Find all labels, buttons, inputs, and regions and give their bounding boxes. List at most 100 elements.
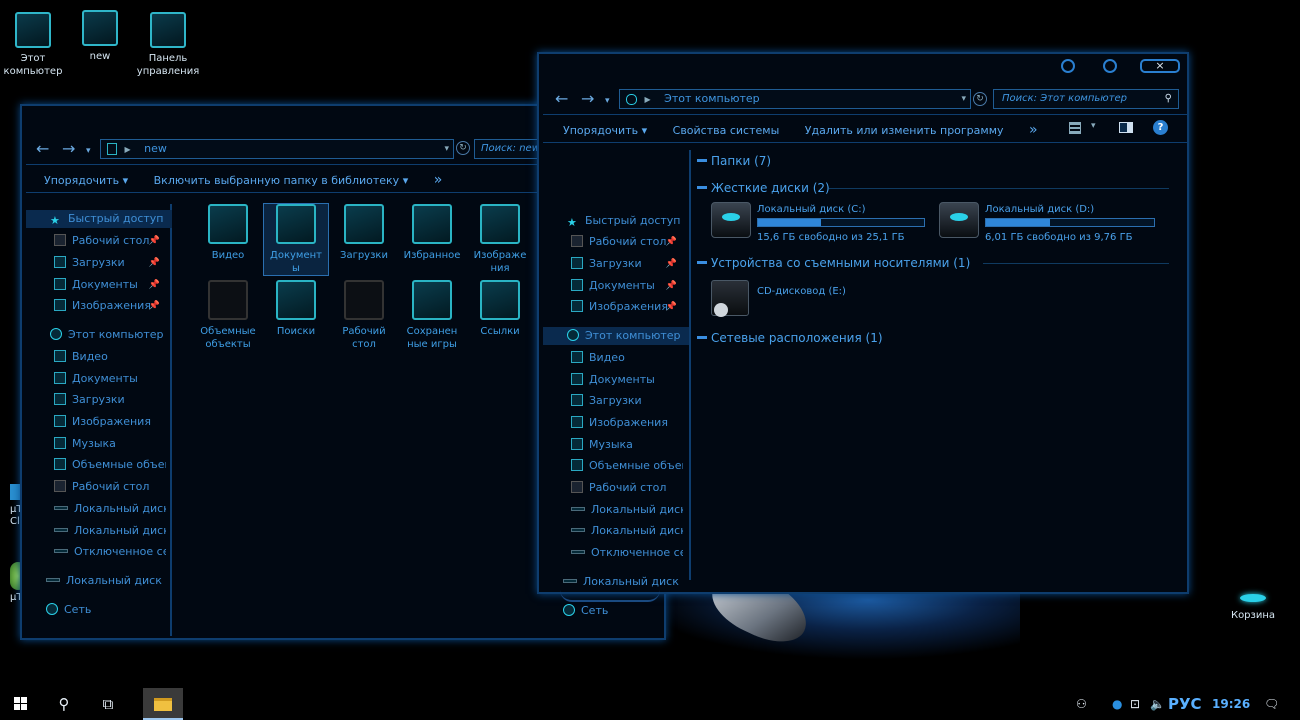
pin-icon[interactable]: 📌 xyxy=(149,232,160,250)
sidebar-item[interactable]: Отключенное сетевое xyxy=(571,544,683,562)
section-network-header[interactable]: Сетевые расположения (1) xyxy=(697,331,883,345)
chevron-down-icon[interactable]: ▾ xyxy=(1091,121,1096,131)
sidebar-item[interactable]: Видео xyxy=(54,348,166,366)
preview-pane-icon[interactable] xyxy=(1119,122,1133,133)
sidebar-item[interactable]: ★ Быстрый доступ xyxy=(26,210,172,228)
sidebar-item[interactable]: Локальный диск (D:) xyxy=(54,522,166,540)
uninstall-program-button[interactable]: Удалить или изменить программу xyxy=(805,124,1004,137)
drive-c[interactable]: Локальный диск (C:) 15,6 ГБ свободно из … xyxy=(711,202,927,244)
sidebar-item[interactable]: Рабочий стол 📌 xyxy=(571,233,683,251)
sidebar-item[interactable]: Документы 📌 xyxy=(571,277,683,295)
pin-icon[interactable]: 📌 xyxy=(149,276,160,294)
pin-icon[interactable]: 📌 xyxy=(666,255,677,273)
sidebar-item[interactable]: Музыка xyxy=(54,435,166,453)
desktop-icon-recycle-bin[interactable]: Корзина xyxy=(1221,594,1285,622)
people-icon[interactable]: ⚇ xyxy=(1076,688,1087,720)
sidebar-item[interactable]: Документы xyxy=(571,371,683,389)
sidebar-item[interactable]: Локальный диск (D:) xyxy=(563,573,683,591)
refresh-icon[interactable]: ↻ xyxy=(973,92,987,106)
sidebar-item[interactable]: Документы xyxy=(54,370,166,388)
sidebar-item[interactable]: Рабочий стол xyxy=(54,478,166,496)
folder-item[interactable]: Документ ы xyxy=(263,203,329,276)
search-input[interactable]: Поиск: Этот компьютер ⚲ xyxy=(993,89,1179,109)
folder-item[interactable]: Ссылки xyxy=(468,280,532,338)
tray-dot-icon[interactable]: ● xyxy=(1112,688,1122,720)
forward-arrow-icon[interactable]: → xyxy=(581,91,594,107)
sidebar-item[interactable]: Загрузки 📌 xyxy=(571,255,683,273)
sidebar-item[interactable]: Загрузки xyxy=(54,391,166,409)
explorer-window-this-pc[interactable]: × ← → ▾ ▶ Этот компьютер ▾ ↻ Поиск: Этот… xyxy=(537,52,1189,617)
sidebar-item[interactable]: Музыка xyxy=(571,436,683,454)
sidebar-item[interactable]: Изображения xyxy=(54,413,166,431)
close-button[interactable]: × xyxy=(1140,59,1180,73)
folder-item[interactable]: Загрузки xyxy=(332,204,396,262)
sidebar-item[interactable]: Рабочий стол xyxy=(571,479,683,497)
sidebar-item[interactable]: Отключенное сетевое xyxy=(54,543,166,561)
pin-icon[interactable]: 📌 xyxy=(666,233,677,251)
chevron-down-icon[interactable]: ▾ xyxy=(86,143,91,159)
sidebar-item[interactable]: Изображения xyxy=(571,414,683,432)
refresh-icon[interactable]: ↻ xyxy=(456,141,470,155)
sidebar-item[interactable]: Загрузки xyxy=(571,392,683,410)
view-options-icon[interactable] xyxy=(1069,122,1081,134)
minimize-icon[interactable] xyxy=(1061,59,1075,73)
sidebar-item[interactable]: Сеть xyxy=(46,601,166,619)
desktop-icon-control-panel[interactable]: Панель управления xyxy=(136,12,200,78)
chevron-down-icon[interactable]: ▾ xyxy=(444,140,449,158)
address-bar[interactable]: ▶ new ▾ xyxy=(100,139,454,159)
sidebar-item[interactable]: Сеть xyxy=(563,602,683,620)
clock[interactable]: 19:26 xyxy=(1212,688,1250,720)
sidebar-item[interactable]: Видео xyxy=(571,349,683,367)
more-commands-button[interactable]: » xyxy=(1029,122,1038,138)
sidebar-item[interactable]: Объемные объекты xyxy=(54,456,166,474)
folder-item[interactable]: Поиски xyxy=(264,280,328,338)
address-bar[interactable]: ▶ Этот компьютер ▾ xyxy=(619,89,971,109)
maximize-icon[interactable] xyxy=(1103,59,1117,73)
language-indicator[interactable]: РУС xyxy=(1168,688,1202,720)
drive-cd[interactable]: CD-дисковод (E:) xyxy=(711,280,911,320)
volume-icon[interactable]: 🔈 xyxy=(1150,688,1165,720)
sidebar-item[interactable]: Локальный диск (C:) xyxy=(54,500,166,518)
sidebar-item[interactable]: Загрузки 📌 xyxy=(54,254,166,272)
sidebar-item[interactable]: Документы 📌 xyxy=(54,276,166,294)
more-commands-button[interactable]: » xyxy=(434,172,443,188)
folder-item[interactable]: Рабочий стол xyxy=(332,280,396,351)
folder-item[interactable]: Видео xyxy=(196,204,260,262)
back-arrow-icon[interactable]: ← xyxy=(36,141,49,157)
folder-item[interactable]: Изображе ния xyxy=(468,204,532,275)
system-properties-button[interactable]: Свойства системы xyxy=(673,124,780,137)
chevron-down-icon[interactable]: ▾ xyxy=(605,93,610,109)
forward-arrow-icon[interactable]: → xyxy=(62,141,75,157)
search-icon[interactable]: ⚲ xyxy=(1165,90,1172,108)
back-arrow-icon[interactable]: ← xyxy=(555,91,568,107)
folder-item[interactable]: Сохранен ные игры xyxy=(400,280,464,351)
pin-icon[interactable]: 📌 xyxy=(666,298,677,316)
section-folders-header[interactable]: Папки (7) xyxy=(697,154,771,168)
desktop-icon-new-folder[interactable]: new xyxy=(68,10,132,63)
sidebar-item[interactable]: ★ Быстрый доступ xyxy=(567,212,683,230)
sidebar-item[interactable]: Локальный диск (D:) xyxy=(571,522,683,540)
section-removable-header[interactable]: Устройства со съемными носителями (1) xyxy=(697,256,970,270)
taskbar-explorer-button[interactable] xyxy=(143,688,183,720)
notifications-icon[interactable]: 🗨 xyxy=(1264,688,1279,720)
sidebar-item[interactable]: Изображения 📌 xyxy=(54,297,166,315)
pin-icon[interactable]: 📌 xyxy=(666,277,677,295)
sidebar-item[interactable]: Этот компьютер xyxy=(543,327,689,345)
chevron-down-icon[interactable]: ▾ xyxy=(961,90,966,108)
sidebar-item[interactable]: Изображения 📌 xyxy=(571,298,683,316)
organize-button[interactable]: Упорядочить ▾ xyxy=(563,124,647,137)
start-button[interactable] xyxy=(0,688,40,720)
sidebar-item[interactable]: Локальный диск (D:) xyxy=(46,572,166,590)
include-library-button[interactable]: Включить выбранную папку в библиотеку ▾ xyxy=(154,174,409,187)
section-hdd-header[interactable]: Жесткие диски (2) xyxy=(697,181,830,195)
network-tray-icon[interactable]: ⊡ xyxy=(1130,688,1140,720)
sidebar-item[interactable]: Этот компьютер xyxy=(50,326,166,344)
organize-button[interactable]: Упорядочить ▾ xyxy=(44,174,128,187)
sidebar-item[interactable]: Объемные объекты xyxy=(571,457,683,475)
sidebar-item[interactable]: Рабочий стол 📌 xyxy=(54,232,166,250)
pin-icon[interactable]: 📌 xyxy=(149,254,160,272)
help-icon[interactable]: ? xyxy=(1153,120,1168,135)
sidebar-item[interactable]: Локальный диск (C:) xyxy=(571,501,683,519)
folder-item[interactable]: Объемные объекты xyxy=(196,280,260,351)
pin-icon[interactable]: 📌 xyxy=(149,297,160,315)
